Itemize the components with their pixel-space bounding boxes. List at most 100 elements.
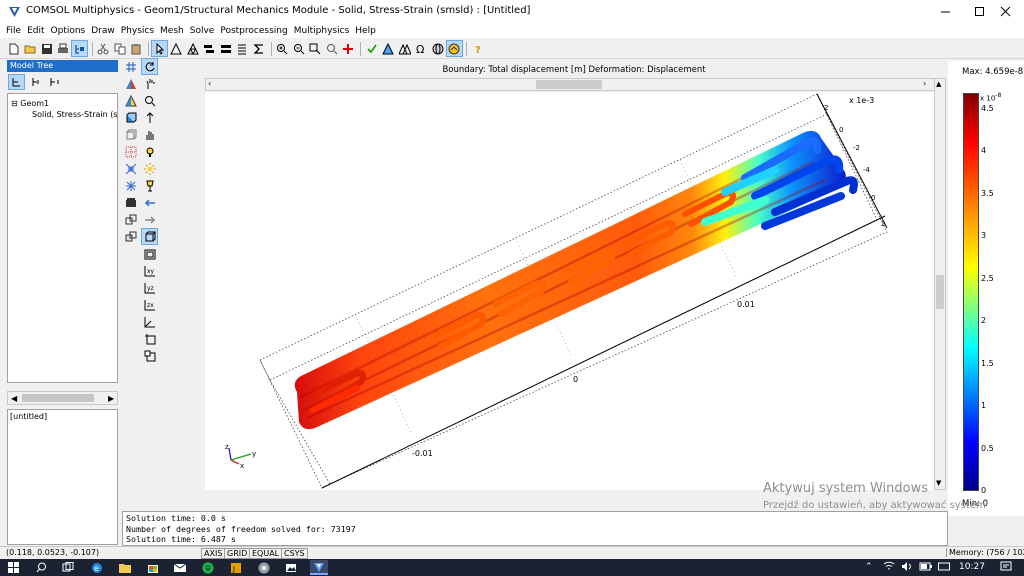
view-3d-icon[interactable]	[142, 314, 157, 329]
cone-icon[interactable]	[123, 76, 138, 91]
globe-icon[interactable]	[430, 41, 445, 56]
copy-icon[interactable]	[112, 41, 127, 56]
mail-icon[interactable]	[172, 560, 187, 575]
box-outline-icon[interactable]	[123, 127, 138, 142]
network-icon[interactable]	[883, 561, 895, 575]
sigma-icon[interactable]	[251, 41, 266, 56]
battery-icon[interactable]	[919, 561, 933, 575]
lamp-icon[interactable]	[142, 178, 157, 193]
zoom-out-icon[interactable]	[291, 41, 306, 56]
compare-icon[interactable]	[397, 41, 412, 56]
close-button[interactable]	[987, 0, 1024, 23]
scroll-left-icon[interactable]: ◀	[11, 394, 17, 403]
comsol-taskbar-icon[interactable]	[310, 560, 328, 575]
store-icon[interactable]	[145, 560, 160, 575]
menu-file[interactable]: File	[6, 26, 21, 36]
split-icon[interactable]	[123, 161, 138, 176]
csys-toggle-button[interactable]: CSYS	[281, 548, 308, 559]
model-tree-horizontal-scrollbar[interactable]: ◀ ▶	[7, 391, 118, 405]
grid-3d-icon[interactable]	[123, 59, 138, 74]
scrollbar-thumb[interactable]	[536, 80, 602, 89]
hand-icon[interactable]	[142, 127, 157, 142]
view-xy-icon[interactable]: xy	[142, 263, 157, 278]
plot-horizontal-scrollbar[interactable]: ‹ ›	[205, 78, 935, 91]
graphics-canvas[interactable]: 0.01 0 -0.01 x 1e-3 2 0 -2 -4 0 2 y z x	[205, 92, 934, 490]
app-tile-icon[interactable]: J	[228, 560, 243, 575]
spotlight-icon[interactable]	[142, 161, 157, 176]
search-icon[interactable]	[34, 560, 49, 575]
view-yz-icon[interactable]: yz	[142, 280, 157, 295]
zoom-window-icon[interactable]	[308, 41, 323, 56]
file-explorer-icon[interactable]	[117, 560, 132, 575]
cut-icon[interactable]	[96, 41, 111, 56]
plot-icon[interactable]	[381, 41, 396, 56]
menu-draw[interactable]: Draw	[91, 26, 115, 36]
tree-expander-icon[interactable]: ⊟	[11, 99, 18, 108]
zoom-view-icon[interactable]	[142, 93, 157, 108]
notification-chevron-icon[interactable]: ⌃	[865, 562, 873, 572]
untitled-label[interactable]: [untitled]	[10, 412, 47, 421]
light-icon[interactable]	[142, 144, 157, 159]
help-icon[interactable]: ?	[470, 41, 485, 56]
minimize-button[interactable]	[927, 0, 964, 23]
forward-arrow-icon[interactable]	[142, 212, 157, 227]
scrollbar-thumb[interactable]	[936, 275, 944, 309]
triangle-refine-icon[interactable]	[185, 41, 200, 56]
scroll-right-icon[interactable]: ›	[923, 79, 926, 88]
perspective-icon[interactable]	[141, 228, 158, 245]
back-arrow-icon[interactable]	[142, 195, 157, 210]
photos-icon[interactable]	[283, 560, 298, 575]
equals-icon[interactable]	[218, 41, 233, 56]
stack-icon[interactable]	[202, 41, 217, 56]
zoom-in-icon[interactable]	[275, 41, 290, 56]
tree-expand-icon[interactable]	[29, 75, 44, 89]
view-zx-icon[interactable]: zx	[142, 297, 157, 312]
start-icon[interactable]	[6, 560, 21, 575]
task-view-icon[interactable]	[60, 560, 75, 575]
spotify-icon[interactable]	[200, 560, 215, 575]
menu-physics[interactable]: Physics	[121, 26, 154, 36]
edge-browser-icon[interactable]: e	[89, 560, 104, 575]
asterisk-icon[interactable]	[123, 178, 138, 193]
film-icon[interactable]	[123, 195, 138, 210]
tree-node-solid-stress-strain[interactable]: Solid, Stress-Strain (sm	[32, 110, 118, 119]
omega-icon[interactable]: Ω	[414, 41, 429, 56]
move-up-icon[interactable]	[142, 110, 157, 125]
clock[interactable]: 10:27	[959, 562, 985, 572]
reset-view-icon[interactable]	[142, 348, 157, 363]
select-cursor-icon[interactable]	[151, 40, 168, 57]
open-folder-icon[interactable]	[23, 41, 38, 56]
tree-collapse-icon[interactable]	[47, 75, 62, 89]
dotted-grid-icon[interactable]	[123, 144, 138, 159]
new-file-icon[interactable]	[6, 41, 21, 56]
scroll-left-icon[interactable]: ‹	[208, 79, 211, 88]
stack-box-icon[interactable]	[123, 212, 138, 227]
stack-box-alt-icon[interactable]	[123, 229, 138, 244]
tree-node-geom1[interactable]: ⊟ Geom1	[11, 99, 49, 108]
menu-multiphysics[interactable]: Multiphysics	[294, 26, 350, 36]
axis-toggle-button[interactable]: AXIS	[201, 548, 226, 559]
pan-icon[interactable]	[142, 76, 157, 91]
notifications-icon[interactable]	[1000, 561, 1012, 575]
equal-toggle-button[interactable]: EQUAL	[249, 548, 283, 559]
solve-icon[interactable]	[364, 41, 379, 56]
volume-icon[interactable]	[901, 561, 913, 575]
save-icon[interactable]	[39, 41, 54, 56]
list-icon[interactable]	[235, 41, 250, 56]
menu-postprocessing[interactable]: Postprocessing	[220, 26, 287, 36]
menu-mesh[interactable]: Mesh	[160, 26, 184, 36]
grid-toggle-button[interactable]: GRID	[224, 548, 251, 559]
draw-mode-icon[interactable]	[341, 41, 356, 56]
keyboard-icon[interactable]	[938, 561, 950, 575]
menu-help[interactable]: Help	[355, 26, 376, 36]
paste-icon[interactable]	[129, 41, 144, 56]
chrome-icon[interactable]	[256, 560, 271, 575]
rotate-icon[interactable]	[141, 58, 158, 75]
model-tree-toggle-icon[interactable]	[71, 40, 88, 57]
triangle-mesh-icon[interactable]	[169, 41, 184, 56]
scroll-up-icon[interactable]: ▲	[936, 80, 941, 88]
scroll-right-icon[interactable]: ▶	[108, 394, 114, 403]
menu-edit[interactable]: Edit	[27, 26, 44, 36]
camera-box-icon[interactable]	[142, 246, 157, 261]
cube-icon[interactable]	[123, 110, 138, 125]
